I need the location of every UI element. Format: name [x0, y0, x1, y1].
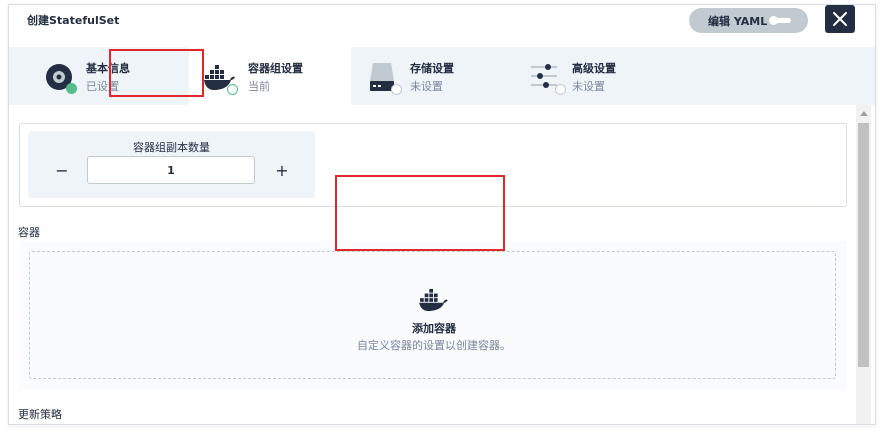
tab-pod-settings-status: 当前: [248, 80, 270, 93]
tab-pod-settings-label: 容器组设置: [248, 62, 303, 75]
update-strategy-section-label: 更新策略: [18, 408, 62, 421]
tab-pod-settings[interactable]: 容器组设置 当前: [189, 47, 351, 105]
tab-storage-settings-label: 存储设置: [410, 62, 454, 75]
add-container-description: 自定义容器的设置以创建容器。: [357, 339, 511, 352]
screenshot-frame: 创建StatefulSet 编辑 YAML 基本信息 已设置 容器组设置 当前 …: [0, 0, 884, 433]
tab-advanced-settings[interactable]: 高级设置 未设置: [513, 47, 675, 105]
pod-settings-form: 容器组副本数量 − + 容器: [9, 105, 875, 424]
dialog-title: 创建StatefulSet: [27, 14, 120, 27]
tab-advanced-settings-status: 未设置: [572, 80, 605, 93]
replica-count-label: 容器组副本数量: [133, 141, 210, 154]
decrement-button[interactable]: −: [54, 163, 70, 179]
tab-storage-settings[interactable]: 存储设置 未设置: [351, 47, 513, 105]
containers-area: 添加容器 自定义容器的设置以创建容器。: [19, 241, 847, 389]
scroll-up-arrow-icon[interactable]: [860, 111, 868, 116]
status-done-icon: [66, 83, 77, 94]
edit-yaml-toggle[interactable]: 编辑 YAML: [689, 8, 808, 33]
docker-whale-icon: [419, 288, 448, 312]
content-scrollbar[interactable]: [856, 105, 871, 424]
close-icon: [833, 12, 847, 26]
close-button[interactable]: [825, 5, 855, 33]
edit-yaml-label: 编辑 YAML: [708, 14, 768, 28]
status-current-icon: [227, 84, 238, 95]
containers-section-label: 容器: [18, 226, 40, 239]
annotation-highlight-add-container: [335, 175, 505, 251]
add-container-title: 添加容器: [412, 322, 456, 335]
tab-storage-settings-status: 未设置: [410, 80, 443, 93]
annotation-highlight-replica-input: [109, 49, 204, 97]
add-container-button[interactable]: 添加容器 自定义容器的设置以创建容器。: [350, 282, 518, 358]
dialog-header: 创建StatefulSet 编辑 YAML: [9, 5, 875, 47]
replica-count-input[interactable]: [87, 156, 255, 184]
toggle-switch-icon: [769, 16, 791, 25]
scrollbar-thumb[interactable]: [858, 123, 869, 367]
increment-button[interactable]: +: [274, 163, 290, 179]
add-container-dropzone[interactable]: 添加容器 自定义容器的设置以创建容器。: [29, 251, 836, 379]
replica-stepper-card: 容器组副本数量 − +: [28, 131, 315, 198]
status-todo-icon: [555, 84, 566, 95]
status-todo-icon: [391, 84, 402, 95]
tab-advanced-settings-label: 高级设置: [572, 62, 616, 75]
